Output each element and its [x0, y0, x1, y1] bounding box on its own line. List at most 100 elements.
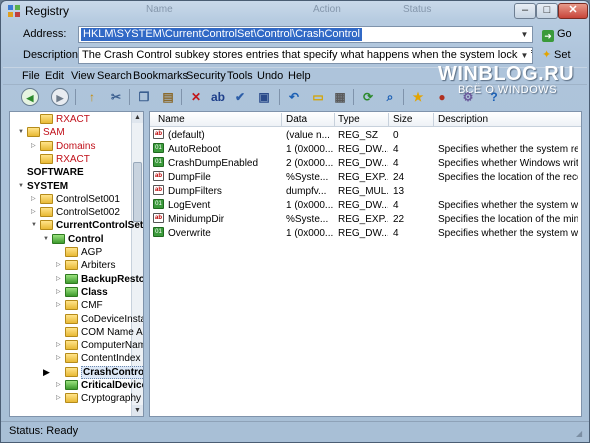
tree-node[interactable]: ▷ ControlSet002 — [31, 206, 120, 219]
tree-node[interactable]: COM Name Ar — [56, 326, 143, 339]
column-header-data[interactable]: Data — [286, 113, 307, 126]
menu-security[interactable]: Security — [186, 70, 226, 82]
paste-icon[interactable]: ▤ — [159, 88, 177, 106]
list-row[interactable]: ab DumpFile %Syste... REG_EXP... 24 Specifies… — [150, 171, 581, 185]
menu-bookmarks[interactable]: Bookmarks — [133, 70, 188, 82]
minimize-button[interactable]: – — [514, 3, 536, 19]
folder-icon[interactable]: ▭ — [309, 88, 327, 106]
tree-node[interactable]: SOFTWARE — [18, 166, 84, 179]
expand-icon[interactable]: ▷ — [56, 339, 65, 352]
menu-view[interactable]: View — [71, 70, 95, 82]
column-divider[interactable] — [388, 113, 389, 126]
expand-icon[interactable]: ▷ — [56, 286, 65, 299]
tree-node[interactable]: AGP — [56, 246, 102, 259]
expand-icon[interactable]: ▷ — [31, 140, 40, 153]
go-button[interactable]: ➜ Go — [542, 26, 582, 43]
list-row[interactable]: 01 LogEvent 1 (0x000... REG_DW... 4 Specifies… — [150, 199, 581, 213]
close-button[interactable]: ✕ — [558, 3, 588, 19]
tree-node[interactable]: ▷ Domains — [31, 140, 95, 153]
menu-tools[interactable]: Tools — [227, 70, 253, 82]
menu-edit[interactable]: Edit — [45, 70, 64, 82]
copy-icon[interactable]: ❐ — [135, 88, 153, 106]
list-row[interactable]: 01 Overwrite 1 (0x000... REG_DW... 4 Specifie… — [150, 227, 581, 241]
list-row[interactable]: ab DumpFilters dumpfv... REG_MUL... 13 — [150, 185, 581, 199]
tree-node[interactable]: ▷ Class — [56, 286, 108, 299]
tree-node[interactable]: ▷ ControlSet001 — [31, 193, 120, 206]
chevron-down-icon[interactable]: ▼ — [518, 49, 531, 62]
favorites-icon[interactable]: ★ — [409, 88, 427, 106]
find-icon[interactable]: ⌕ — [381, 88, 399, 106]
expand-icon[interactable]: ▷ — [56, 379, 65, 392]
expand-icon[interactable]: ▷ — [56, 273, 65, 286]
column-divider[interactable] — [334, 113, 335, 126]
maximize-button[interactable]: □ — [536, 3, 558, 19]
properties-icon[interactable]: ✔ — [231, 88, 249, 106]
expand-icon[interactable]: ▷ — [56, 352, 65, 365]
expand-icon[interactable]: ▷ — [56, 259, 65, 272]
delete-icon[interactable]: ✕ — [187, 88, 205, 106]
column-header-name[interactable]: Name — [158, 113, 185, 126]
list-row[interactable]: ab MinidumpDir %Syste... REG_EXP... 22 Specif… — [150, 213, 581, 227]
menu-search[interactable]: Search — [97, 70, 132, 82]
scrollbar-thumb[interactable] — [133, 162, 142, 222]
refresh-icon[interactable]: ⟳ — [359, 88, 377, 106]
registry-tree[interactable]: ▲ ▼ RXACT ▼ SAM ▷ Domains RXACT SOFTWARE ▼ SYSTE… — [9, 111, 144, 417]
undo-icon[interactable]: ↶ — [285, 88, 303, 106]
selected-pointer-icon: ▶ — [43, 366, 50, 377]
resize-grip-icon[interactable]: ◢ — [576, 429, 586, 439]
collapse-icon[interactable]: ▼ — [43, 233, 52, 246]
settings-icon[interactable]: ⚙ — [459, 88, 477, 106]
save-icon[interactable]: ▣ — [255, 88, 273, 106]
set-button[interactable]: ✦ Set — [542, 47, 582, 64]
tree-node[interactable]: ▷ ContentIndex — [56, 352, 141, 365]
column-header-type[interactable]: Type — [338, 113, 360, 126]
column-header-size[interactable]: Size — [393, 113, 412, 126]
export-icon[interactable]: ▦ — [331, 88, 349, 106]
tree-node[interactable]: RXACT — [31, 113, 90, 126]
tree-node[interactable]: ▼ SAM — [18, 126, 65, 139]
list-row[interactable]: ab (default) (value n... REG_SZ 0 — [150, 129, 581, 143]
expand-icon[interactable]: ▷ — [56, 392, 65, 405]
tree-node[interactable]: ▷ Cryptography — [56, 392, 141, 405]
column-divider[interactable] — [433, 113, 434, 126]
chevron-down-icon[interactable]: ▼ — [518, 28, 531, 41]
collapse-icon[interactable]: ▼ — [18, 126, 27, 139]
expand-icon[interactable]: ▷ — [31, 206, 40, 219]
address-combobox[interactable]: HKLM\SYSTEM\CurrentControlSet\Control\Cr… — [78, 26, 533, 43]
expand-icon[interactable]: ▷ — [56, 299, 65, 312]
help-icon[interactable]: ? — [485, 88, 503, 106]
tree-node[interactable]: ▷ CriticalDevice — [56, 379, 143, 392]
cut-icon[interactable]: ✂ — [107, 88, 125, 106]
menu-file[interactable]: File — [22, 70, 40, 82]
collapse-icon[interactable]: ▼ — [18, 180, 27, 193]
tree-node[interactable]: RXACT — [31, 153, 90, 166]
values-list[interactable]: Name Data Type Size Description ab (defau… — [149, 111, 582, 417]
tree-node[interactable]: ▼ SYSTEM — [18, 180, 68, 193]
description-input[interactable]: The Crash Control subkey stores entries … — [82, 49, 532, 61]
rename-icon[interactable]: ab — [209, 88, 227, 106]
column-divider[interactable] — [281, 113, 282, 126]
tree-node[interactable]: ▼ Control — [43, 233, 104, 246]
menu-help[interactable]: Help — [288, 70, 311, 82]
scroll-up-icon[interactable]: ▲ — [132, 112, 143, 123]
expand-icon[interactable]: ▷ — [31, 193, 40, 206]
up-folder-icon[interactable]: ↑ — [83, 88, 101, 106]
tree-node[interactable]: ▼ CurrentControlSet — [31, 219, 143, 232]
address-input[interactable]: HKLM\SYSTEM\CurrentControlSet\Control\Cr… — [81, 28, 362, 41]
description-combobox[interactable]: The Crash Control subkey stores entries … — [78, 47, 533, 64]
tree-node[interactable]: CoDeviceInstal — [56, 313, 143, 326]
scroll-down-icon[interactable]: ▼ — [132, 405, 143, 416]
back-icon[interactable]: ◀ — [21, 88, 39, 106]
tree-node[interactable]: ▷ CMF — [56, 299, 103, 312]
list-row[interactable]: 01 AutoReboot 1 (0x000... REG_DW... 4 Specifi… — [150, 143, 581, 157]
list-row[interactable]: 01 CrashDumpEnabled 2 (0x000... REG_DW... 4 S… — [150, 157, 581, 171]
menu-undo[interactable]: Undo — [257, 70, 283, 82]
tree-node[interactable]: ▷ Arbiters — [56, 259, 115, 272]
forward-icon[interactable]: ▶ — [51, 88, 69, 106]
tree-node[interactable]: ▶ CrashControl — [43, 365, 143, 379]
tools-icon[interactable]: ● — [433, 88, 451, 106]
column-header-description[interactable]: Description — [438, 113, 488, 126]
tree-node[interactable]: ▷ ComputerNam — [56, 339, 143, 352]
collapse-icon[interactable]: ▼ — [31, 219, 40, 232]
tree-node[interactable]: ▷ BackupRestor — [56, 273, 143, 286]
